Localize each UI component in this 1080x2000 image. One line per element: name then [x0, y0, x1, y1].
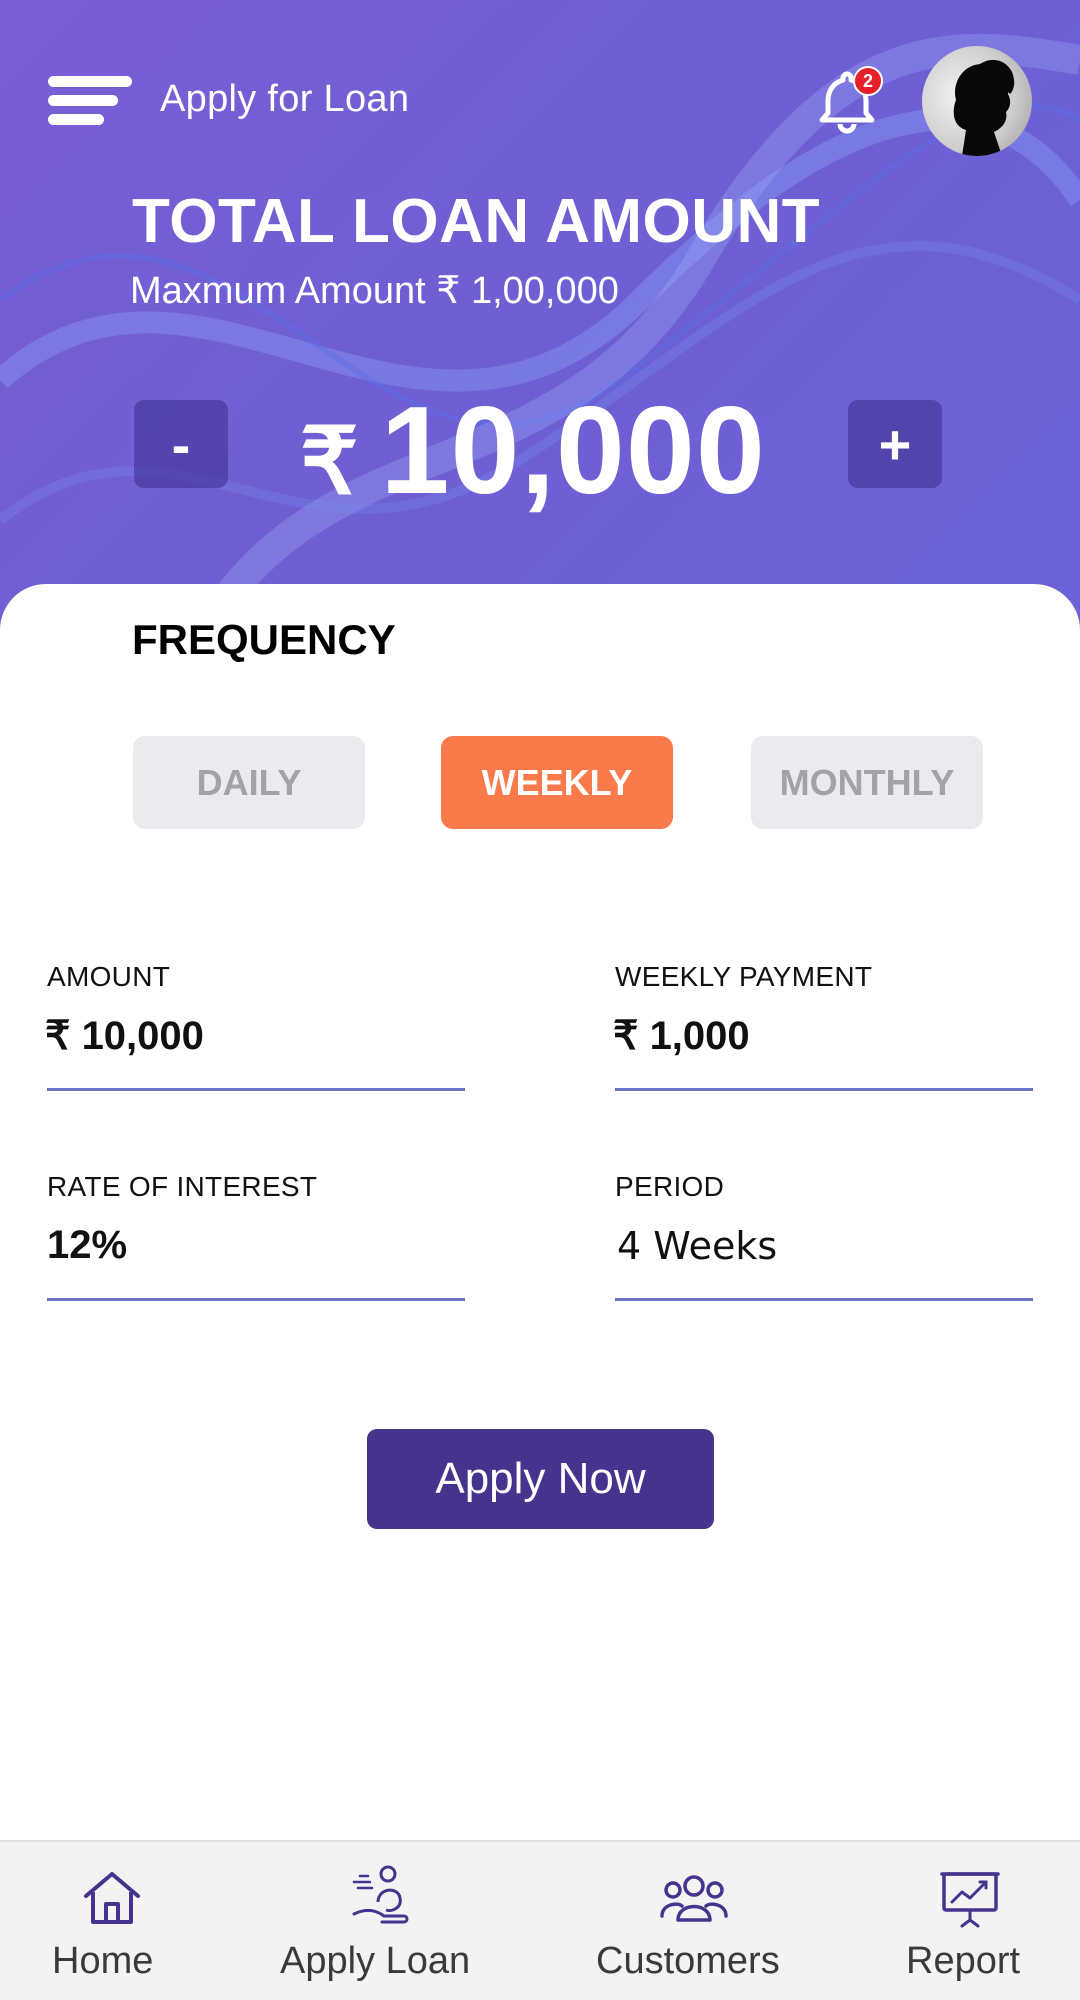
bottom-nav: Home Apply Loan Customers Report	[0, 1840, 1080, 2000]
nav-label-customers: Customers	[596, 1940, 780, 1982]
period-value[interactable]: 4 Weeks	[617, 1224, 777, 1268]
nav-label-report: Report	[906, 1940, 1021, 1982]
nav-label-home: Home	[52, 1940, 154, 1982]
rupee-icon: ₹	[300, 411, 359, 513]
apply-loan-icon	[352, 1865, 409, 1924]
frequency-monthly-button[interactable]: MONTHLY	[751, 736, 983, 829]
avatar[interactable]	[922, 46, 1032, 156]
max-amount-label: Maxmum Amount ₹ 1,00,000	[130, 270, 619, 312]
decrease-amount-button[interactable]: -	[134, 400, 228, 488]
hero-banner: Apply for Loan 2 TOTAL LOAN AMOUNT Maxmu…	[0, 0, 1080, 640]
weekly-payment-value: ₹ 1,000	[613, 1014, 750, 1058]
period-underline	[615, 1298, 1033, 1301]
nav-item-report[interactable]: Report	[904, 1842, 1034, 2000]
apply-now-button[interactable]: Apply Now	[367, 1429, 714, 1529]
frequency-daily-button[interactable]: DAILY	[133, 736, 365, 829]
nav-label-apply-loan: Apply Loan	[280, 1940, 471, 1982]
home-icon	[84, 1872, 140, 1924]
frequency-weekly-button[interactable]: WEEKLY	[441, 736, 673, 829]
frequency-heading: FREQUENCY	[132, 616, 396, 663]
rate-underline	[47, 1298, 465, 1301]
notification-badge: 2	[853, 66, 883, 96]
amount-underline	[47, 1088, 465, 1091]
increase-amount-button[interactable]: +	[848, 400, 942, 488]
amount-value: ₹ 10,000	[45, 1014, 204, 1058]
nav-item-apply-loan[interactable]: Apply Loan	[278, 1842, 488, 2000]
rate-of-interest-label: RATE OF INTEREST	[47, 1171, 318, 1202]
amount-label: AMOUNT	[47, 961, 171, 992]
period-label: PERIOD	[615, 1171, 725, 1202]
nav-item-home[interactable]: Home	[52, 1842, 172, 2000]
nav-item-customers[interactable]: Customers	[592, 1842, 802, 2000]
weekly-payment-label: WEEKLY PAYMENT	[615, 961, 873, 992]
report-icon	[940, 1872, 1000, 1928]
menu-icon[interactable]	[48, 76, 134, 126]
rate-of-interest-value: 12%	[47, 1223, 128, 1267]
total-loan-heading: TOTAL LOAN AMOUNT	[132, 187, 821, 256]
user-silhouette-icon	[953, 59, 1015, 156]
customers-icon	[660, 1875, 728, 1922]
loan-amount-display: ₹ 10,000	[300, 380, 766, 520]
loan-amount-value: 10,000	[380, 382, 766, 520]
weekly-payment-underline	[615, 1088, 1033, 1091]
page-title: Apply for Loan	[160, 78, 410, 120]
